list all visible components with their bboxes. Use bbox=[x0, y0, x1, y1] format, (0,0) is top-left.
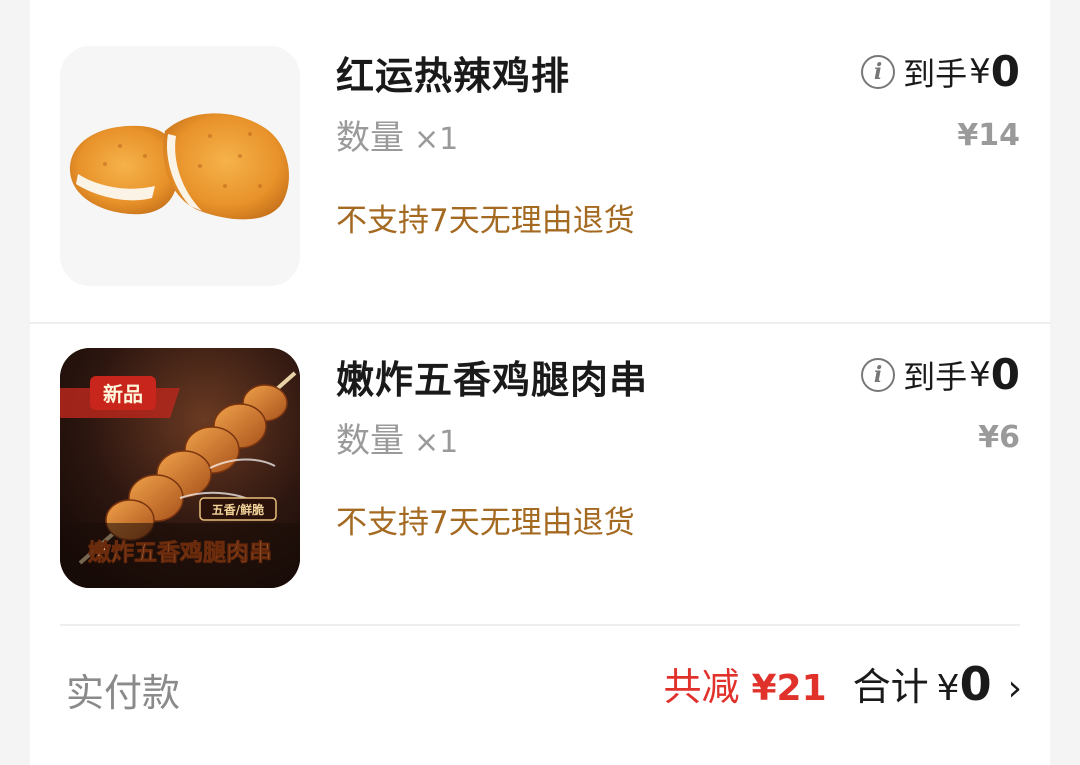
order-item[interactable]: 红运热辣鸡排 数量 ×1 不支持7天无理由退货 i 到手 ¥ 0 ¥14 bbox=[30, 0, 1050, 300]
final-price-currency: ¥ bbox=[969, 354, 991, 395]
original-price: ¥6 bbox=[978, 420, 1020, 455]
fried-chicken-cutlet-image bbox=[69, 113, 289, 220]
product-image[interactable]: 新品 五香/鲜脆 嫩炸五香鸡腿肉串 bbox=[60, 348, 300, 588]
divider bbox=[30, 322, 1050, 324]
chicken-skewer-image: 新品 五香/鲜脆 嫩炸五香鸡腿肉串 bbox=[60, 348, 300, 588]
quantity-text: 数量 ×1 bbox=[336, 110, 458, 159]
flavor-tag: 五香/鲜脆 bbox=[212, 502, 264, 517]
total-currency: ¥ bbox=[936, 668, 960, 709]
product-title[interactable]: 红运热辣鸡排 bbox=[336, 45, 570, 100]
chevron-right-icon[interactable]: › bbox=[1008, 668, 1022, 709]
order-item[interactable]: 新品 五香/鲜脆 嫩炸五香鸡腿肉串 嫩炸五香鸡腿肉串 数量 ×1 不支持7天无理由… bbox=[30, 325, 1050, 625]
divider bbox=[60, 624, 1020, 626]
quantity-label: 数量 bbox=[336, 421, 404, 461]
final-price: i 到手 ¥ 0 bbox=[861, 47, 1020, 96]
final-price-amount: 0 bbox=[990, 47, 1020, 96]
product-image[interactable] bbox=[60, 46, 300, 286]
payment-summary-row[interactable]: 实付款 共减 ¥21 合计 ¥ 0 › bbox=[30, 640, 1050, 730]
total-amount: 0 bbox=[959, 657, 992, 711]
quantity-value: ×1 bbox=[414, 122, 459, 157]
return-policy-note: 不支持7天无理由退货 bbox=[336, 505, 635, 541]
order-items-card: 红运热辣鸡排 数量 ×1 不支持7天无理由退货 i 到手 ¥ 0 ¥14 新品 … bbox=[30, 0, 1050, 765]
discount-amount: ¥21 bbox=[751, 668, 827, 709]
actual-payment-label: 实付款 bbox=[66, 671, 181, 715]
quantity-text: 数量 ×1 bbox=[336, 413, 458, 462]
new-product-badge: 新品 bbox=[103, 382, 143, 406]
final-price-amount: 0 bbox=[990, 350, 1020, 399]
final-price-currency: ¥ bbox=[969, 51, 991, 92]
final-price-label: 到手 bbox=[903, 54, 968, 93]
final-price: i 到手 ¥ 0 bbox=[861, 350, 1020, 399]
original-price: ¥14 bbox=[957, 118, 1020, 153]
final-price-label: 到手 bbox=[903, 357, 968, 396]
quantity-value: ×1 bbox=[414, 425, 459, 460]
info-icon[interactable]: i bbox=[861, 54, 896, 89]
discount-label: 共减 bbox=[663, 665, 740, 709]
payment-total[interactable]: 共减 ¥21 合计 ¥ 0 › bbox=[663, 656, 1022, 711]
total-label: 合计 bbox=[852, 665, 929, 709]
image-caption: 嫩炸五香鸡腿肉串 bbox=[88, 539, 272, 566]
quantity-label: 数量 bbox=[336, 118, 404, 158]
return-policy-note: 不支持7天无理由退货 bbox=[336, 203, 635, 239]
info-icon[interactable]: i bbox=[861, 357, 896, 392]
product-title[interactable]: 嫩炸五香鸡腿肉串 bbox=[336, 349, 648, 404]
